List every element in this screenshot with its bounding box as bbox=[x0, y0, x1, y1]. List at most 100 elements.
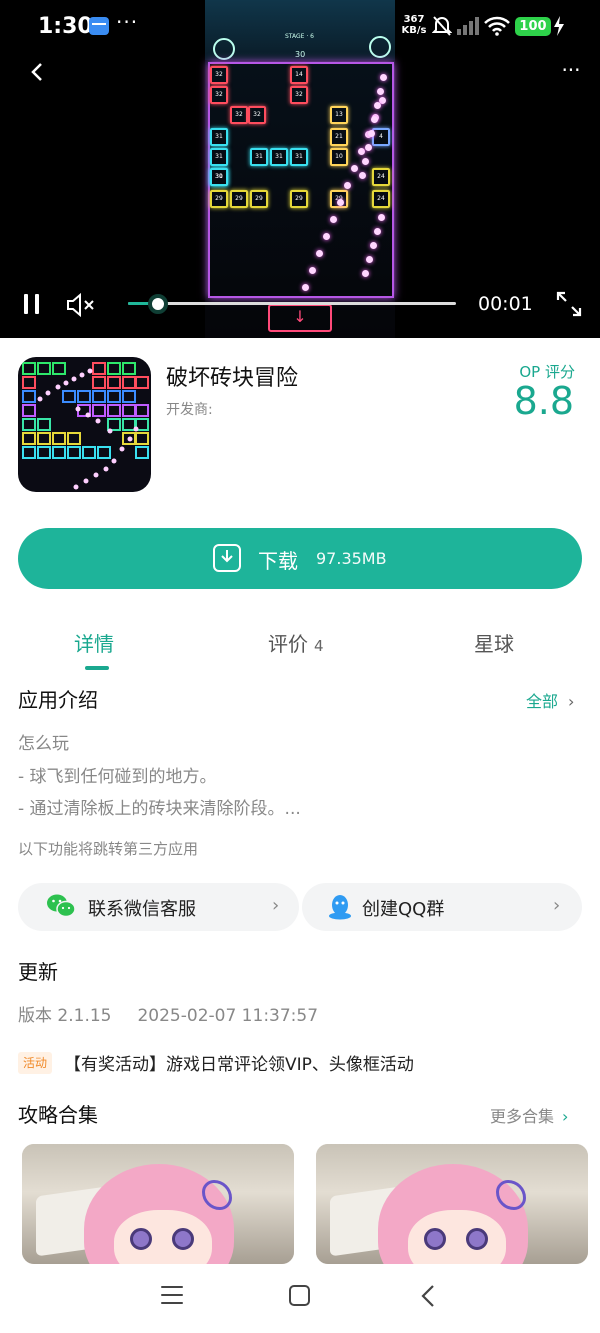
home-button[interactable] bbox=[289, 1285, 310, 1306]
download-size: 97.35MB bbox=[316, 549, 387, 568]
guides-title: 攻略合集 bbox=[18, 1103, 98, 1127]
guide-card[interactable] bbox=[22, 1144, 294, 1264]
guide-thumbnail-eye bbox=[424, 1228, 446, 1250]
version: 版本 2.1.15 bbox=[18, 1006, 112, 1026]
game-brick: 31 bbox=[290, 148, 308, 166]
game-ball bbox=[371, 116, 378, 123]
progress-handle[interactable] bbox=[148, 294, 168, 314]
tab-label: 星球 bbox=[474, 632, 514, 656]
event-badge: 活动 bbox=[18, 1052, 53, 1074]
qq-label: 创建QQ群 bbox=[362, 899, 445, 920]
chevron-left-icon bbox=[31, 63, 42, 81]
game-brick: 32 bbox=[248, 106, 266, 124]
tab-details[interactable]: 详情 bbox=[74, 628, 114, 657]
update-title: 更新 bbox=[18, 960, 58, 984]
mute-button[interactable] bbox=[66, 292, 98, 322]
game-brick: 14 bbox=[290, 66, 308, 84]
game-brick: 32 bbox=[230, 106, 248, 124]
download-label: 下载 bbox=[258, 549, 298, 573]
chevron-right-icon: › bbox=[553, 895, 561, 916]
app-name: 破坏砖块冒险 bbox=[166, 366, 299, 391]
game-ball bbox=[365, 144, 372, 151]
game-ball bbox=[362, 158, 369, 165]
progress-track[interactable] bbox=[128, 302, 456, 305]
tab-planet[interactable]: 星球 bbox=[474, 628, 514, 657]
battery-icon: 100 bbox=[515, 17, 551, 36]
pause-button[interactable] bbox=[22, 292, 42, 316]
back-button[interactable] bbox=[24, 58, 54, 88]
game-brick: 31 bbox=[210, 128, 228, 146]
game-brick: 32 bbox=[210, 86, 228, 104]
game-brick: 10 bbox=[330, 148, 348, 166]
tab-reviews[interactable]: 评价 4 bbox=[268, 628, 324, 657]
game-brick: 21 bbox=[330, 128, 348, 146]
game-ball bbox=[374, 228, 381, 235]
game-launcher-icon: ↓ bbox=[268, 304, 332, 332]
third-party-notice: 以下功能将跳转第三方应用 bbox=[18, 840, 199, 858]
guide-card[interactable] bbox=[316, 1144, 588, 1264]
game-ball bbox=[358, 148, 365, 155]
app-icon bbox=[18, 357, 151, 492]
game-ball bbox=[377, 88, 384, 95]
net-speed-unit: KB/s bbox=[401, 25, 427, 36]
video-player[interactable]: STAGE · 6 30 32 32 32 14 32 32 13 31 31 31 21 4 31 31… bbox=[0, 0, 600, 338]
game-ball bbox=[344, 182, 351, 189]
guide-thumbnail-face bbox=[408, 1210, 506, 1264]
intro-line: 怎么玩 bbox=[18, 734, 69, 754]
game-brick: 30 bbox=[210, 168, 228, 186]
fullscreen-button[interactable] bbox=[555, 290, 583, 322]
status-bar: 1:30 ··· 367 KB/s 100 bbox=[0, 0, 600, 58]
event-link[interactable]: 【有奖活动】游戏日常评论领VIP、头像框活动 bbox=[64, 1050, 414, 1075]
video-time: 00:01 bbox=[478, 293, 533, 315]
guide-thumbnail-eye bbox=[172, 1228, 194, 1250]
card-icon bbox=[89, 17, 109, 35]
chevron-right-icon: › bbox=[562, 1107, 569, 1126]
speaker-mute-icon bbox=[67, 292, 94, 318]
nav-back-button[interactable] bbox=[418, 1282, 438, 1314]
rating-value: 8.8 bbox=[513, 379, 574, 423]
download-button[interactable]: 下载 97.35MB bbox=[18, 528, 582, 589]
game-ball bbox=[309, 267, 316, 274]
status-time: 1:30 bbox=[38, 14, 93, 39]
wechat-icon bbox=[46, 893, 76, 923]
game-ball bbox=[330, 216, 337, 223]
see-all-label: 全部 bbox=[526, 692, 559, 711]
game-ball bbox=[316, 250, 323, 257]
game-brick: 31 bbox=[210, 148, 228, 166]
game-brick: 29 bbox=[210, 190, 228, 208]
more-collections-label: 更多合集 bbox=[490, 1107, 555, 1126]
tab-review-count: 4 bbox=[314, 637, 324, 655]
net-speed-value: 367 bbox=[403, 14, 425, 25]
wechat-label: 联系微信客服 bbox=[88, 899, 196, 920]
chevron-left-icon bbox=[421, 1285, 434, 1307]
game-brick: 29 bbox=[290, 190, 308, 208]
game-ball bbox=[370, 242, 377, 249]
intro-line: - 通过清除板上的砖块来清除阶段。... bbox=[18, 799, 301, 819]
see-all-link[interactable]: 全部 › bbox=[526, 688, 574, 712]
net-speed: 367 KB/s bbox=[400, 14, 428, 36]
developer-label: 开发商: bbox=[166, 402, 213, 418]
game-brick: 29 bbox=[250, 190, 268, 208]
intro-title: 应用介绍 bbox=[18, 688, 98, 712]
tab-label: 评价 bbox=[268, 632, 308, 656]
more-options-button[interactable]: ··· bbox=[556, 58, 586, 88]
game-ball bbox=[302, 284, 309, 291]
game-ball bbox=[374, 102, 381, 109]
game-brick: 32 bbox=[290, 86, 308, 104]
game-brick: 29 bbox=[230, 190, 248, 208]
game-brick: 13 bbox=[330, 106, 348, 124]
recent-apps-button[interactable] bbox=[161, 1286, 183, 1310]
expand-icon bbox=[556, 291, 582, 317]
more-collections-link[interactable]: 更多合集 › bbox=[490, 1103, 568, 1127]
chevron-right-icon: › bbox=[568, 692, 575, 711]
game-brick: 31 bbox=[270, 148, 288, 166]
bell-mute-icon bbox=[431, 15, 453, 41]
wechat-service-button[interactable]: 联系微信客服 › bbox=[18, 883, 299, 931]
game-ball bbox=[323, 233, 330, 240]
intro-line: - 球飞到任何碰到的地方。 bbox=[18, 767, 217, 787]
qq-group-button[interactable]: 创建QQ群 › bbox=[302, 883, 582, 931]
game-arena: 32 32 32 14 32 32 13 31 31 31 21 4 31 31 31 10 30 24 29 29 2… bbox=[208, 62, 394, 298]
game-brick: 24 bbox=[372, 168, 390, 186]
game-brick: 4 bbox=[372, 128, 390, 146]
game-ball bbox=[359, 172, 366, 179]
